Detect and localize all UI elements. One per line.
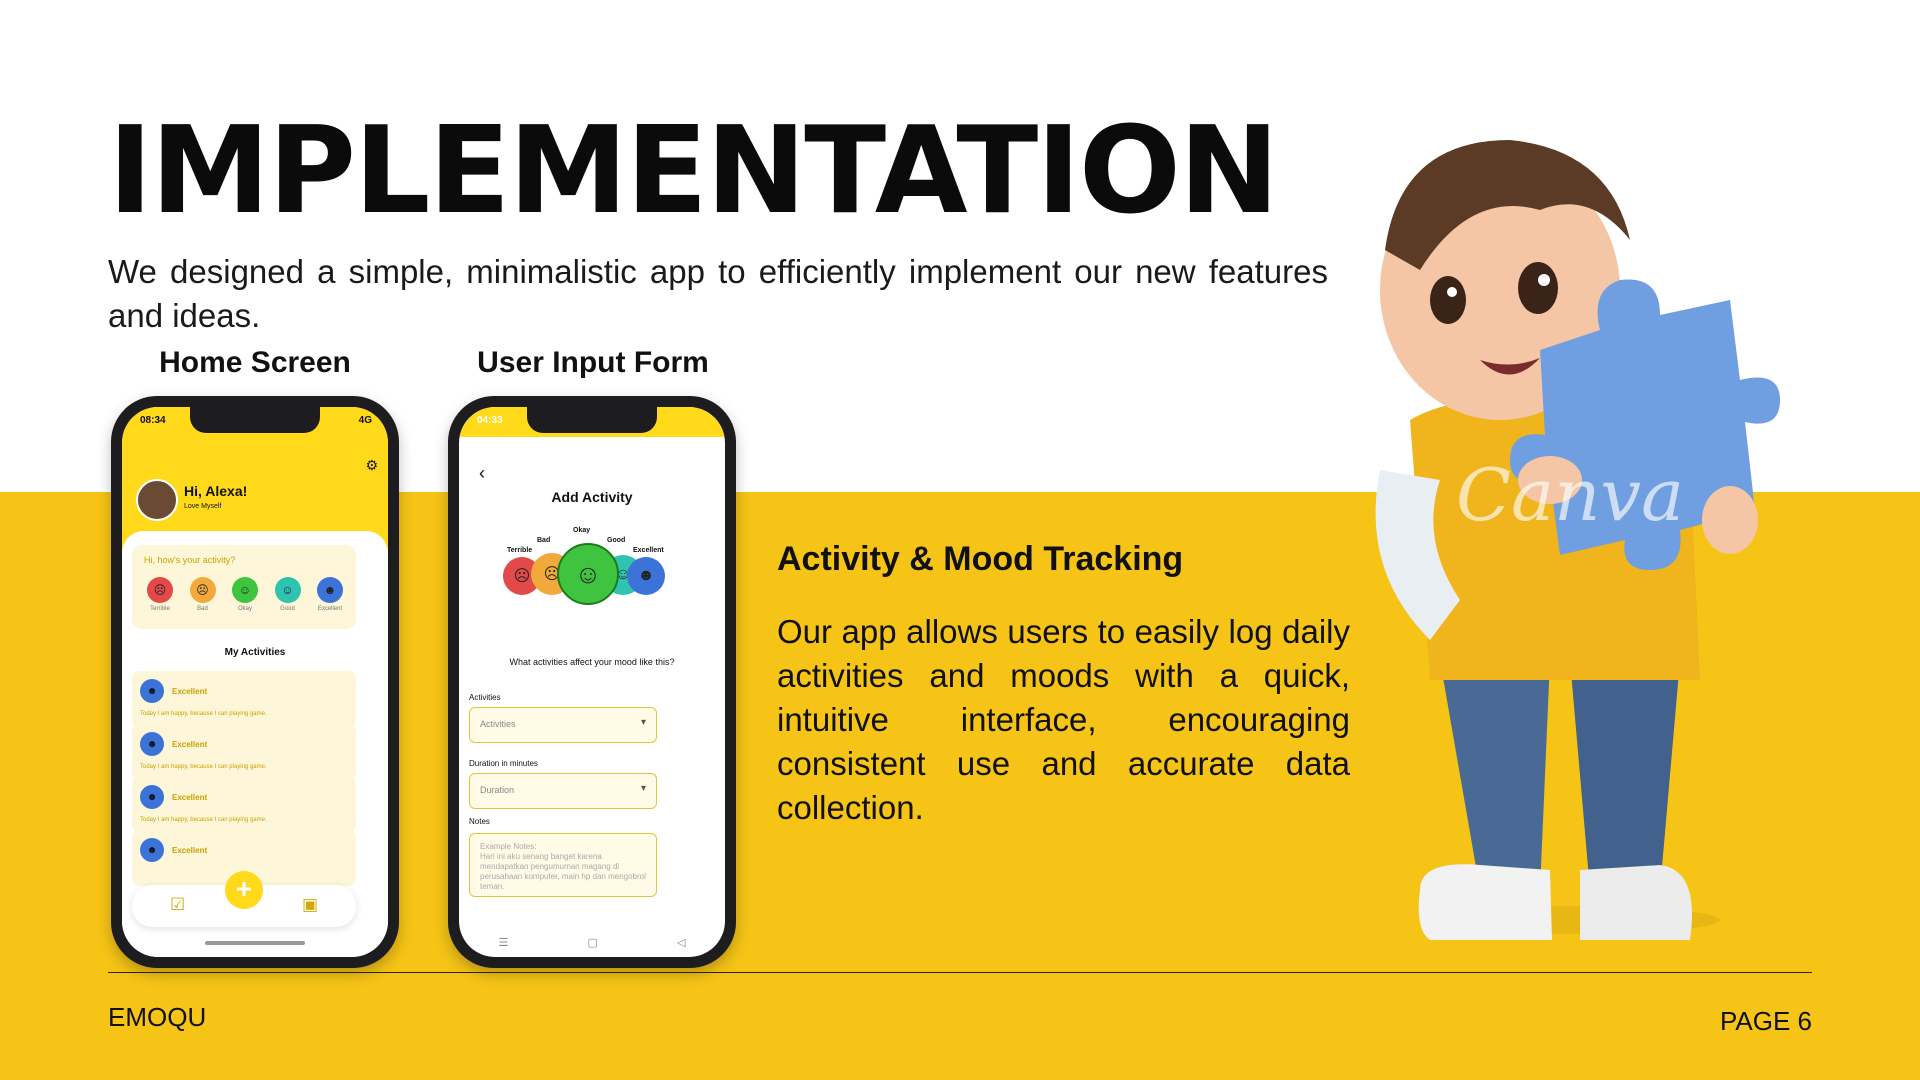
activities-field-label: Activities [469,693,501,702]
form-question: What activities affect your mood like th… [509,657,675,667]
form-screen-phone: 04:33 ‹ Add Activity ☹ ☹ ☺ ☻ ☺ Terrible … [448,396,736,968]
activities-heading: My Activities [224,647,286,658]
chevron-down-icon: ▾ [640,717,646,728]
back-arrow-icon[interactable]: ‹ [479,463,485,484]
mood-option[interactable]: ☹ Bad [183,577,223,612]
form-screen-display: 04:33 ‹ Add Activity ☹ ☹ ☺ ☻ ☺ Terrible … [459,407,725,957]
activity-mood-level: Excellent [172,793,208,802]
mood-label: Terrible [150,606,170,612]
home-screen-phone: 08:34 4G Hi, Alexa! Love Myself ⚙ Hi, ho… [111,396,399,968]
mood-options: ☹ Terrible ☹ Bad ☺ Okay ☺ Good ☻ Excellent [140,577,350,612]
activity-mood-level: Excellent [172,687,208,696]
mood-label: Bad [537,537,551,544]
mood-label: Bad [197,606,208,612]
back-icon[interactable]: ◁ [677,936,685,949]
checklist-icon[interactable]: ☑ [170,895,185,915]
mood-face-icon: ☹ [189,577,216,603]
mood-face-icon: ☹ [147,577,173,603]
feature-body: Our app allows users to easily log daily… [777,613,1350,826]
form-screen-label: User Input Form [477,346,709,379]
status-time: 08:34 [140,415,166,426]
status-time: 04:33 [477,415,503,426]
excellent-face-icon: ☻ [140,785,164,809]
mood-option[interactable]: ☻ Excellent [310,577,350,612]
clipboard-icon[interactable]: ▣ [302,895,318,915]
activities-select[interactable]: Activities ▾ [469,707,657,743]
home-screen-display: 08:34 4G Hi, Alexa! Love Myself ⚙ Hi, ho… [122,407,388,957]
brand-name: EMOQU [108,1002,207,1032]
gear-icon[interactable]: ⚙ [365,457,378,474]
excellent-face-icon: ☻ [140,838,164,862]
okay-face-icon[interactable]: ☺ [557,543,619,605]
canva-watermark: Canva [1456,453,1684,537]
mood-label: Excellent [633,547,664,554]
mood-selector[interactable]: ☹ ☹ ☺ ☻ ☺ Terrible Bad Okay Good Excelle… [503,525,683,633]
activity-card[interactable]: ☻ Excellent Today I am happy, because I ca… [132,671,356,727]
form-title: Add Activity [551,489,633,505]
greeting-text: Hi, Alexa! [184,483,248,499]
mood-face-icon: ☺ [274,577,301,603]
mood-label: Good [280,606,295,612]
mood-face-icon: ☻ [317,577,343,603]
bottom-navbar: ☑ + ▣ [132,871,356,927]
notes-field-label: Notes [469,817,490,826]
activity-card[interactable]: ☻ Excellent Today I am happy, because I ca… [132,724,356,780]
mood-picker-card: Hi, how's your activity? ☹ Terrible ☹ Bad ☺ O… [132,545,356,629]
duration-select[interactable]: Duration ▾ [469,773,657,809]
mood-label: Okay [573,527,591,534]
menu-icon[interactable]: ☰ [499,936,509,949]
mood-option[interactable]: ☹ Terrible [140,577,180,612]
status-signal: 4G [358,415,372,426]
mood-label: Excellent [317,606,343,612]
excellent-face-icon: ☻ [140,732,164,756]
mood-face-icon: ☺ [232,577,258,603]
duration-field-label: Duration in minutes [469,759,538,768]
system-nav-bar: ☰ ▢ ◁ [459,936,725,949]
mood-option[interactable]: ☺ Okay [225,577,265,612]
mood-question: Hi, how's your activity? [144,555,236,565]
activity-note: Today I am happy, because I can playing … [140,817,267,823]
add-activity-button[interactable]: + [225,871,263,909]
mood-option[interactable]: ☺ Good [268,577,308,612]
excellent-face-icon[interactable]: ☻ [627,557,665,595]
home-indicator [205,941,305,945]
activity-note: Today I am happy, because I can playing … [140,764,267,770]
mood-label: Terrible [507,547,533,554]
phone-notch [527,407,657,433]
home-screen-label: Home Screen [159,346,351,379]
notes-textarea[interactable]: Example Notes: Hari ini aku senang bange… [469,833,657,897]
mood-label: Good [607,537,626,544]
greeting-subtitle: Love Myself [184,503,222,510]
activity-mood-level: Excellent [172,740,208,749]
page-number: PAGE 6 [1719,1006,1812,1036]
footer-divider [108,972,1812,973]
avatar[interactable] [136,479,178,521]
home-icon[interactable]: ▢ [587,936,597,949]
excellent-face-icon: ☻ [140,679,164,703]
mood-label: Okay [237,606,252,612]
feature-title: Activity & Mood Tracking [777,540,1184,578]
phone-notch [190,407,320,433]
slide-title: IMPLEMENTATION [108,102,1279,241]
activity-card[interactable]: ☻ Excellent Today I am happy, because I ca… [132,777,356,833]
character-holding-puzzle-illustration: Canva [1375,140,1780,940]
activity-mood-level: Excellent [172,846,208,855]
activity-note: Today I am happy, because I can playing … [140,711,267,717]
chevron-down-icon: ▾ [640,783,646,794]
intro-text: We designed a simple, minimalistic app t… [108,253,1328,334]
